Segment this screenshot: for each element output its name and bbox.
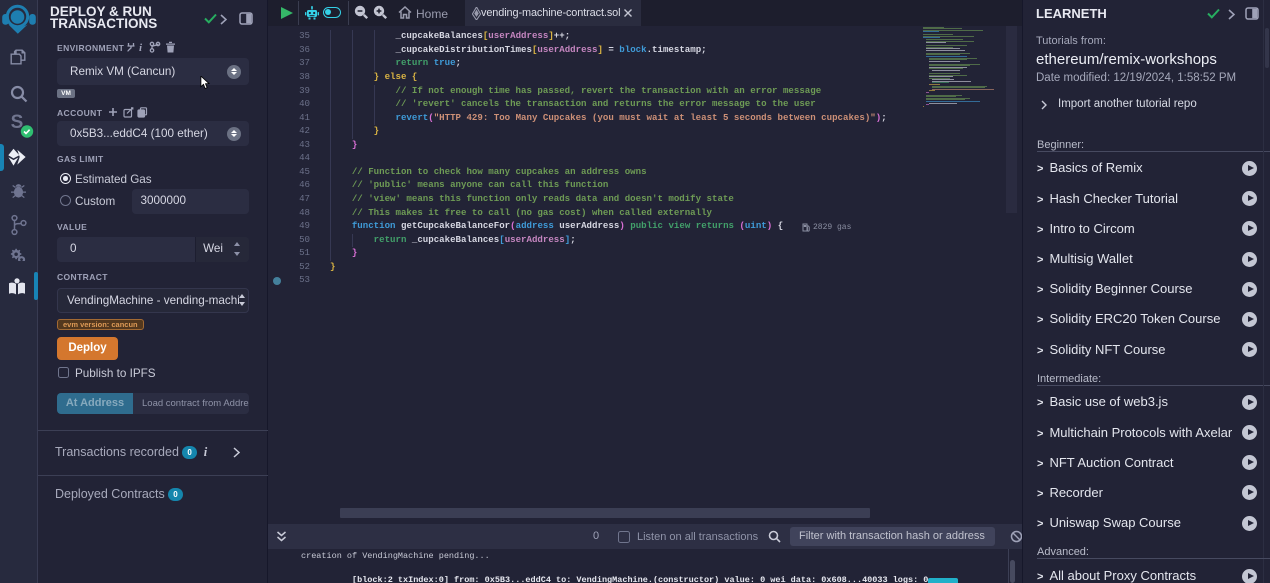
svg-text:i: i xyxy=(139,42,143,53)
